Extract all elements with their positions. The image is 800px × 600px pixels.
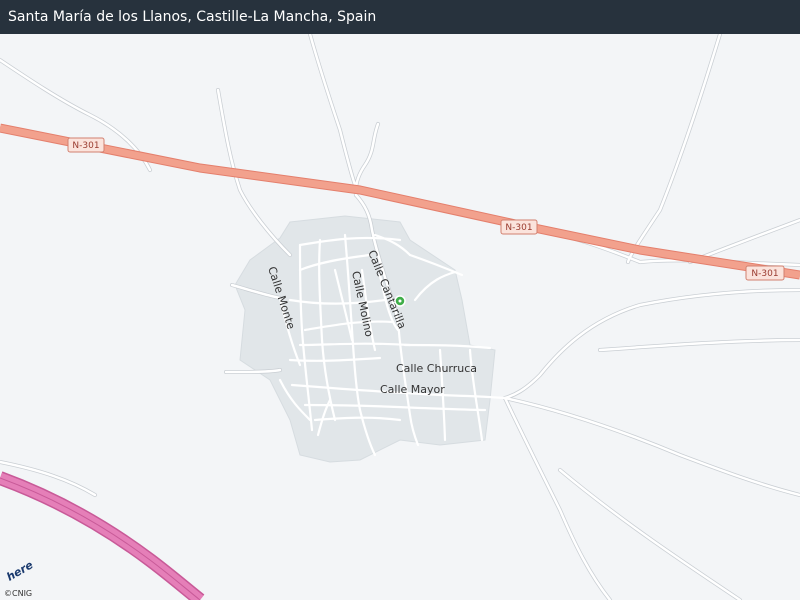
shield-label: N-301 [72,141,99,151]
highway-shield-n301-a: N-301 [67,137,105,153]
highway-shield-n301-b: N-301 [500,219,538,235]
location-title: Santa María de los Llanos, Castille-La M… [0,0,800,34]
shield-label: N-301 [751,269,778,279]
shield-label: N-301 [505,223,532,233]
map-page: Santa María de los Llanos, Castille-La M… [0,0,800,600]
map-attribution: ©CNIG [4,589,33,598]
street-label-mayor: Calle Mayor [380,383,445,396]
location-marker[interactable] [394,295,406,307]
street-label-churruca: Calle Churruca [396,362,477,375]
map-canvas[interactable]: N-301 N-301 N-301 Calle Cantarilla Calle… [0,34,800,600]
highway-shield-n301-c: N-301 [745,265,785,281]
